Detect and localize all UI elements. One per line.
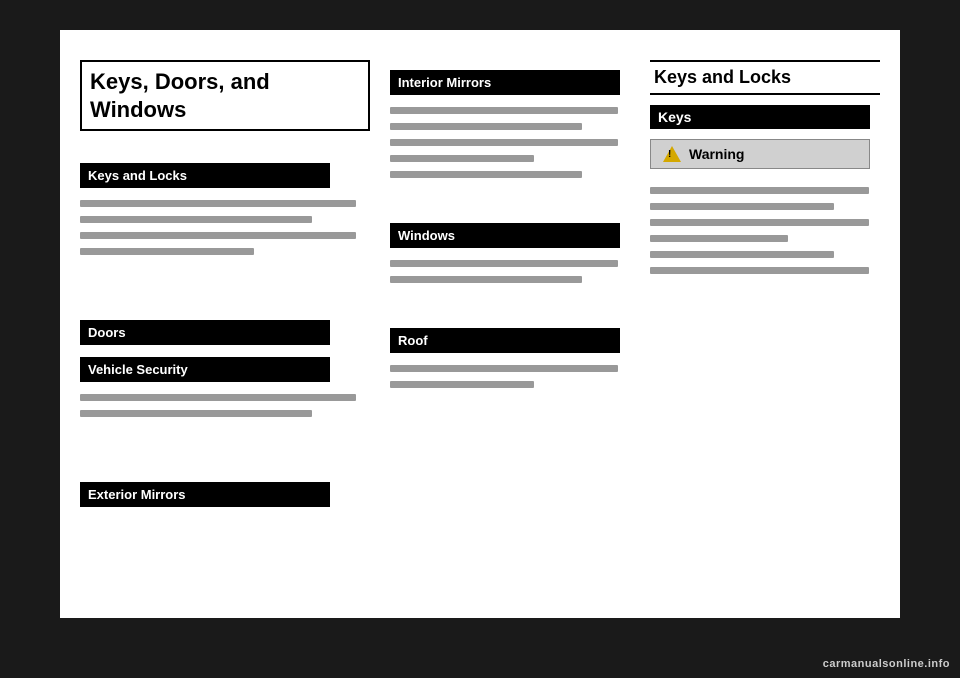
body-text-mid-3 [390,365,630,393]
text-line [650,203,834,210]
left-column: Keys, Doors, and Windows Keys and Locks … [80,60,380,588]
text-line [80,394,356,401]
text-line [390,139,618,146]
text-line [80,200,356,207]
right-main-title: Keys and Locks [650,60,880,95]
text-line [390,123,582,130]
exterior-mirrors-label: Exterior Mirrors [80,482,330,507]
text-line [390,155,534,162]
text-line [650,187,869,194]
warning-badge: Warning [650,139,870,169]
page-content: Keys, Doors, and Windows Keys and Locks … [60,30,900,618]
warning-triangle-icon [663,146,681,162]
interior-mirrors-label: Interior Mirrors [390,70,620,95]
warning-text: Warning [689,146,744,162]
roof-label: Roof [390,328,620,353]
vehicle-security-label: Vehicle Security [80,357,330,382]
body-text-mid-2 [390,260,630,288]
text-line [80,232,356,239]
keys-locks-label: Keys and Locks [80,163,330,188]
text-line [390,365,618,372]
body-text-mid-1 [390,107,630,183]
body-text-left-1 [80,200,370,260]
text-line [80,248,254,255]
body-text-right [650,187,880,279]
text-line [650,251,834,258]
text-line [650,219,869,226]
text-line [650,235,788,242]
text-line [390,107,618,114]
text-line [390,381,534,388]
right-column: Keys and Locks Keys Warning [640,60,880,588]
text-line [390,276,582,283]
keys-sub-label: Keys [650,105,870,129]
text-line [80,410,312,417]
main-title: Keys, Doors, and Windows [80,60,370,131]
text-line [390,260,618,267]
text-line [80,216,312,223]
windows-label: Windows [390,223,620,248]
doors-label: Doors [80,320,330,345]
watermark: carmanualsonline.info [823,658,950,670]
text-line [390,171,582,178]
text-line [650,267,869,274]
body-text-left-2 [80,394,370,422]
middle-column: Interior Mirrors Windows Roof [380,60,640,588]
